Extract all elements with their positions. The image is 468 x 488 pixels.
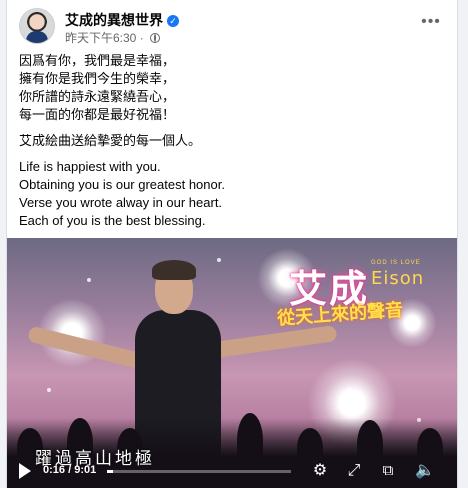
post-card: 艾成的異想世界 ✓ 昨天下午6:30 · ••• 因爲有你，我們最是幸福， 擁有你… — [6, 0, 458, 488]
text-line: 每一面的你都是最好祝福！ — [19, 107, 176, 122]
singer-hair — [152, 260, 196, 280]
video-title-en: Eison — [371, 268, 425, 289]
page-name-row: 艾成的異想世界 ✓ — [65, 10, 179, 30]
paragraph-dedication: 艾成絵曲送給摯愛的每一個人。 — [19, 132, 449, 150]
text-line: 艾成絵曲送給摯愛的每一個人。 — [19, 133, 202, 148]
text-line: 擁有你是我們今生的榮幸， — [19, 71, 176, 86]
text-line: Life is happiest with you. — [19, 159, 161, 174]
video-player[interactable]: 艾成 GOD IS LOVE Eison 從天上來的聲音 躍過高山地極 0:16… — [7, 238, 457, 488]
avatar[interactable] — [19, 8, 55, 44]
post-meta: 昨天下午6:30 · — [65, 29, 161, 46]
text-line: Each of you is the best blessing. — [19, 213, 206, 228]
page-name[interactable]: 艾成的異想世界 — [65, 12, 163, 28]
singer-arm-right — [206, 325, 338, 359]
gear-icon[interactable]: ⚙ — [311, 462, 329, 480]
globe-icon — [150, 33, 161, 43]
post-timestamp[interactable]: 昨天下午6:30 — [65, 31, 136, 45]
paragraph-english-verse: Life is happiest with you. Obtaining you… — [19, 158, 449, 230]
progress-fill — [107, 470, 113, 473]
text-line: Obtaining you is our greatest honor. — [19, 177, 225, 192]
video-tagline: GOD IS LOVE — [371, 260, 421, 266]
verified-badge-icon: ✓ — [167, 15, 179, 27]
duration: 9:01 — [74, 464, 97, 476]
paragraph-chinese-verse: 因爲有你，我們最是幸福， 擁有你是我們今生的榮幸， 你所譜的詩永遠緊繞吾心， 每… — [19, 52, 449, 124]
more-options-icon[interactable]: ••• — [417, 8, 445, 36]
text-line: 你所譜的詩永遠緊繞吾心， — [19, 89, 176, 104]
progress-bar[interactable] — [107, 470, 291, 473]
current-time: 0:16 — [43, 464, 66, 476]
post-body: 因爲有你，我們最是幸福， 擁有你是我們今生的榮幸， 你所譜的詩永遠緊繞吾心， 每… — [19, 52, 449, 238]
video-controls: 0:16 / 9:01 ⚙ ⤢ ⧉ 🔈 — [7, 454, 457, 488]
video-time: 0:16 / 9:01 — [43, 464, 97, 476]
play-icon[interactable] — [19, 463, 31, 479]
post-header: 艾成的異想世界 ✓ 昨天下午6:30 · ••• — [19, 8, 445, 48]
text-line: Verse you wrote alway in our heart. — [19, 195, 223, 210]
picture-in-picture-icon[interactable]: ⧉ — [379, 462, 397, 480]
text-line: 因爲有你，我們最是幸福， — [19, 53, 176, 68]
expand-icon[interactable]: ⤢ — [345, 462, 363, 480]
volume-icon[interactable]: 🔈 — [415, 462, 435, 480]
